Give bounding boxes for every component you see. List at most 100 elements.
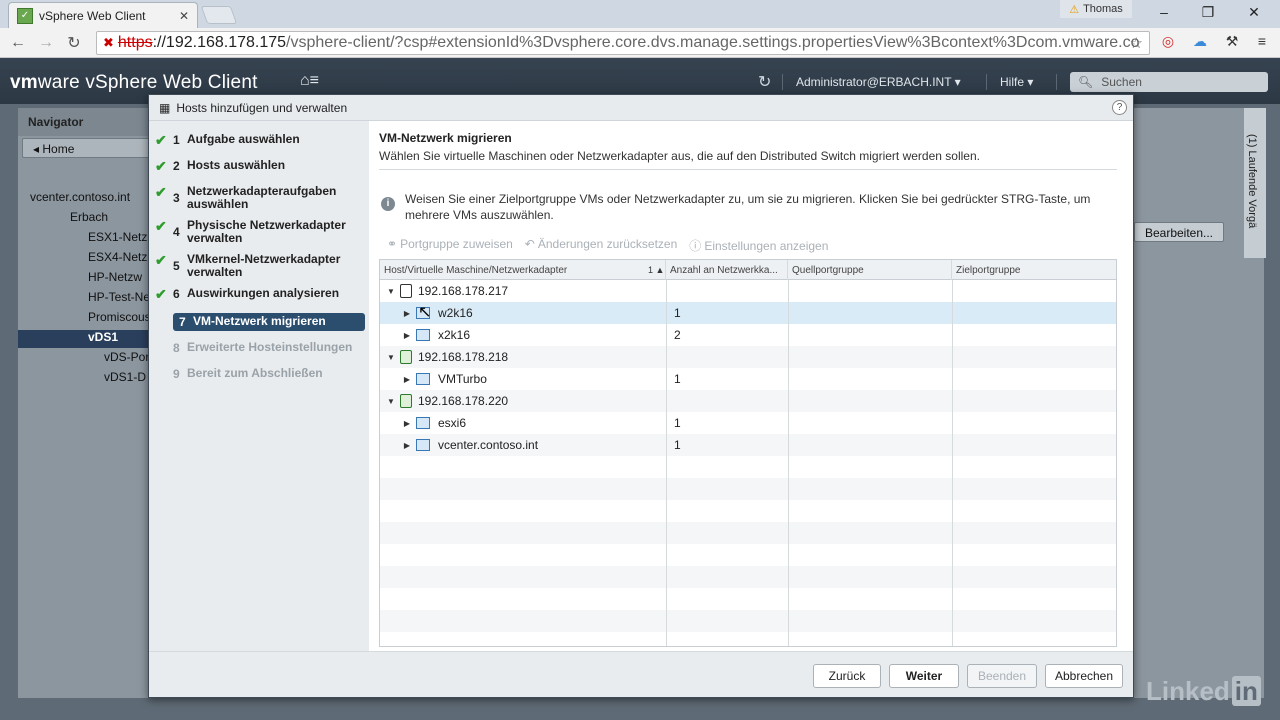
empty-row [380,566,1116,588]
column-header-count[interactable]: Anzahl an Netzwerkka... [666,260,788,280]
browser-user-badge[interactable]: ⚠ Thomas [1060,0,1132,18]
tree-item[interactable]: Promiscous [88,310,151,324]
table-row[interactable]: ▼ 192.168.178.217 [380,280,1116,302]
column-divider [788,280,789,646]
empty-row [380,500,1116,522]
empty-row [380,544,1116,566]
host-icon [400,350,412,364]
add-manage-hosts-dialog: ▦ Hosts hinzufügen und verwalten ? ✔ 1 Auf… [148,94,1134,698]
expanded-arrow-icon[interactable]: ▼ [384,287,398,296]
navigator-home-button[interactable]: ◂ Home [22,138,162,158]
collapsed-arrow-icon[interactable]: ▶ [400,419,414,428]
host-icon [400,284,412,298]
tree-item[interactable]: HP-Netzw [88,270,142,284]
table-row[interactable]: ▶ esxi6 1 [380,412,1116,434]
back-button[interactable]: Zurück [813,664,881,688]
search-icon: 🔍︎ [1078,75,1094,89]
edit-button[interactable]: Bearbeiten... [1134,222,1224,242]
table-row[interactable]: ▼ 192.168.178.220 [380,390,1116,412]
table-header: Host/Virtuelle Maschine/Netzwerkadapter … [380,260,1116,280]
collapsed-arrow-icon[interactable]: ▶ [400,309,414,318]
help-icon[interactable]: ? [1112,100,1127,115]
finish-button: Beenden [967,664,1037,688]
cancel-button[interactable]: Abbrechen [1045,664,1123,688]
wizard-icon: ▦ [159,100,171,115]
tree-item[interactable]: vDS1-D [104,370,146,384]
reload-icon[interactable]: ↻ [60,33,88,53]
running-tasks-label[interactable]: (1) Laufende Vorgä [1246,134,1258,228]
opera-extension-icon[interactable]: ◎ [1158,33,1178,53]
wizard-steps: ✔ 1 Aufgabe auswählen ✔ 2 Hosts auswählen ✔ 3… [149,121,369,651]
tree-item[interactable]: HP-Test-Ne [88,290,150,304]
tools-extension-icon[interactable]: ⚒ [1222,33,1242,53]
step-8: 8 Erweiterte Hosteinstellungen [173,340,353,356]
minimize-icon[interactable]: – [1154,4,1174,20]
collapsed-arrow-icon[interactable]: ▶ [400,441,414,450]
url-host: ://192.168.178.175 [152,34,287,51]
reset-changes-button[interactable]: ↶ Änderungen zurücksetzen [525,237,678,254]
step-5[interactable]: ✔ 5 VMkernel-Netzwerkadapter verwalten [155,253,365,279]
table-toolbar: ⚭ Portgruppe zuweisen ↶ Änderungen zurücks… [387,237,828,254]
dialog-title: Hosts hinzufügen und verwalten [176,100,348,115]
tree-item[interactable]: ESX1-Netz [88,230,147,244]
tree-item[interactable]: Erbach [70,210,108,224]
vm-icon [416,373,430,385]
step-1[interactable]: ✔ 1 Aufgabe auswählen [155,132,365,148]
column-divider [666,280,667,646]
tree-item[interactable]: vDS-Por [104,350,149,364]
table-row-selected[interactable]: ▶ w2k16 1 [380,302,1116,324]
empty-row [380,456,1116,478]
browser-toolbar: ← → ↻ ✖ https ://192.168.178.175 /vspher… [0,28,1280,58]
step-4[interactable]: ✔ 4 Physische Netzwerkadapter verwalten [155,219,365,245]
table-row[interactable]: ▶ VMTurbo 1 [380,368,1116,390]
check-icon: ✔ [155,184,167,200]
url-path: /vsphere-client/?csp#extensionId%3Dvsphe… [286,34,1140,51]
expanded-arrow-icon[interactable]: ▼ [384,353,398,362]
column-header-host[interactable]: Host/Virtuelle Maschine/Netzwerkadapter [380,260,666,280]
browser-tab[interactable]: ✓ vSphere Web Client ✕ [8,2,198,28]
vm-icon [416,329,430,341]
content-title: VM-Netzwerk migrieren [379,131,512,145]
menu-icon[interactable]: ≡ [1252,33,1272,53]
forward-arrow-icon[interactable]: → [32,34,60,52]
content-subtitle: Wählen Sie virtuelle Maschinen oder Netz… [379,149,980,163]
collapsed-arrow-icon[interactable]: ▶ [400,375,414,384]
home-menu-icon[interactable]: ⌂≡ [300,72,319,90]
tree-item-selected[interactable]: vDS1 [88,330,118,344]
address-bar[interactable]: ✖ https ://192.168.178.175 /vsphere-clie… [96,31,1150,55]
step-2[interactable]: ✔ 2 Hosts auswählen [155,159,365,174]
view-settings-button[interactable]: ⓘ Einstellungen anzeigen [689,237,828,254]
expanded-arrow-icon[interactable]: ▼ [384,397,398,406]
back-arrow-icon[interactable]: ← [4,34,32,52]
table-row[interactable]: ▼ 192.168.178.218 [380,346,1116,368]
step-6[interactable]: ✔ 6 Auswirkungen analysieren [155,286,365,302]
table-body: ▼ 192.168.178.217 ▶ w2k16 1 ▶ x2k16 2 ▼ 192.… [380,280,1116,646]
tree-item[interactable]: ESX4-Netz [88,250,147,264]
refresh-icon[interactable]: ↻ [758,72,771,92]
info-icon: i [381,197,395,211]
check-icon: ✔ [155,286,167,302]
user-menu[interactable]: Administrator@ERBACH.INT ▾ [796,75,961,89]
table-row[interactable]: ▶ x2k16 2 [380,324,1116,346]
wizard-content: VM-Netzwerk migrieren Wählen Sie virtuel… [369,121,1133,651]
column-header-target[interactable]: Zielportgruppe [952,260,1116,280]
tab-close-icon[interactable]: ✕ [179,9,189,23]
check-icon: ✔ [155,132,167,148]
help-menu[interactable]: Hilfe ▾ [1000,75,1033,89]
column-header-source[interactable]: Quellportgruppe [788,260,952,280]
table-row[interactable]: ▶ vcenter.contoso.int 1 [380,434,1116,456]
close-window-icon[interactable]: ✕ [1244,4,1264,21]
collapsed-arrow-icon[interactable]: ▶ [400,331,414,340]
next-button[interactable]: Weiter [889,664,959,688]
new-tab-button[interactable] [200,6,238,24]
step-3[interactable]: ✔ 3 Netzwerkadapteraufgaben auswählen [155,185,365,211]
assign-portgroup-button[interactable]: ⚭ Portgruppe zuweisen [387,237,513,254]
tree-item[interactable]: vcenter.contoso.int [30,190,130,204]
bookmark-star-icon[interactable]: ☆ [1130,34,1143,52]
column-divider [952,280,953,646]
step-7-current[interactable]: 7 VM-Netzwerk migrieren [173,313,365,331]
search-input[interactable]: 🔍︎ Suchen [1070,72,1268,92]
header-divider [1056,74,1057,90]
cloud-extension-icon[interactable]: ☁ [1190,33,1210,53]
restore-icon[interactable]: ❐ [1198,4,1218,21]
